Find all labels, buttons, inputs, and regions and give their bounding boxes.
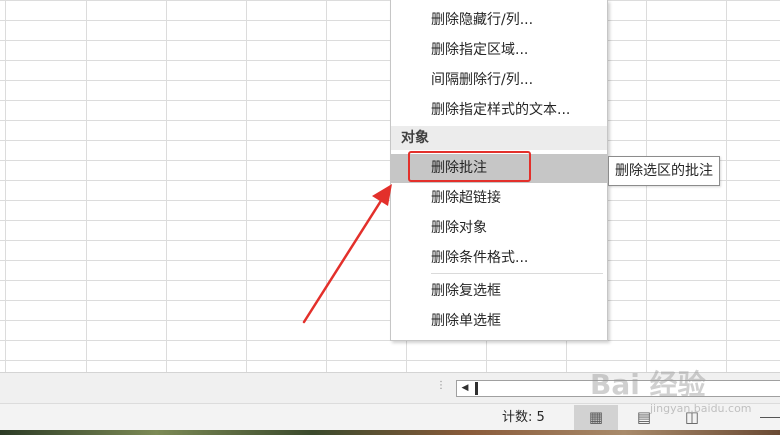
baidu-watermark-logo: Bai 经验 — [590, 368, 706, 401]
highlight-box — [408, 151, 531, 182]
tab-split-grip[interactable]: ⋮ — [436, 381, 446, 397]
grid-column-line — [166, 0, 167, 372]
grid-column-line — [246, 0, 247, 372]
zoom-slider[interactable] — [760, 417, 780, 418]
menu-item-label: 删除超链接 — [431, 190, 501, 206]
menu-item-delete-radio-buttons[interactable]: 删除单选框 — [391, 307, 607, 336]
menu-item-interval-delete-rows-cols[interactable]: 间隔删除行/列... — [391, 66, 607, 95]
menu-section-label: 对象 — [401, 130, 429, 146]
menu-item-delete-hyperlinks[interactable]: 删除超链接 — [391, 184, 607, 213]
grid-column-line — [5, 0, 6, 372]
menu-item-label: 删除单选框 — [431, 313, 501, 329]
menu-section-objects: 对象 — [391, 126, 607, 150]
grid-column-line — [326, 0, 327, 372]
menu-item-delete-styled-text[interactable]: 删除指定样式的文本... — [391, 96, 607, 125]
menu-item-label: 间隔删除行/列... — [431, 72, 534, 88]
menu-item-delete-hidden-rows-cols[interactable]: 删除隐藏行/列... — [391, 6, 607, 35]
grid-column-line — [86, 0, 87, 372]
grid-row-line — [0, 360, 780, 361]
baidu-watermark-url: jingyan.baidu.com — [650, 402, 752, 415]
grid-column-line — [646, 0, 647, 372]
menu-item-label: 删除复选框 — [431, 283, 501, 299]
menu-separator — [431, 273, 603, 274]
menu-item-label: 删除指定样式的文本... — [431, 102, 571, 118]
count-readout: 计数: 5 — [502, 410, 545, 425]
menu-item-delete-conditional-format[interactable]: 删除条件格式... — [391, 244, 607, 273]
tooltip: 删除选区的批注 — [608, 156, 720, 186]
menu-item-delete-objects[interactable]: 删除对象 — [391, 214, 607, 243]
menu-item-delete-checkboxes[interactable]: 删除复选框 — [391, 277, 607, 306]
scroll-thumb[interactable] — [475, 382, 478, 395]
menu-item-label: 删除对象 — [431, 220, 487, 236]
scroll-left-arrow-icon[interactable]: ◀ — [457, 381, 473, 396]
menu-item-label: 删除指定区域... — [431, 42, 529, 58]
menu-item-delete-specified-area[interactable]: 删除指定区域... — [391, 36, 607, 65]
menu-item-label: 删除隐藏行/列... — [431, 12, 534, 28]
normal-view-icon[interactable]: ▦ — [574, 405, 618, 430]
background-photo-strip — [0, 430, 780, 435]
menu-item-label: 删除条件格式... — [431, 250, 529, 266]
grid-column-line — [726, 0, 727, 372]
